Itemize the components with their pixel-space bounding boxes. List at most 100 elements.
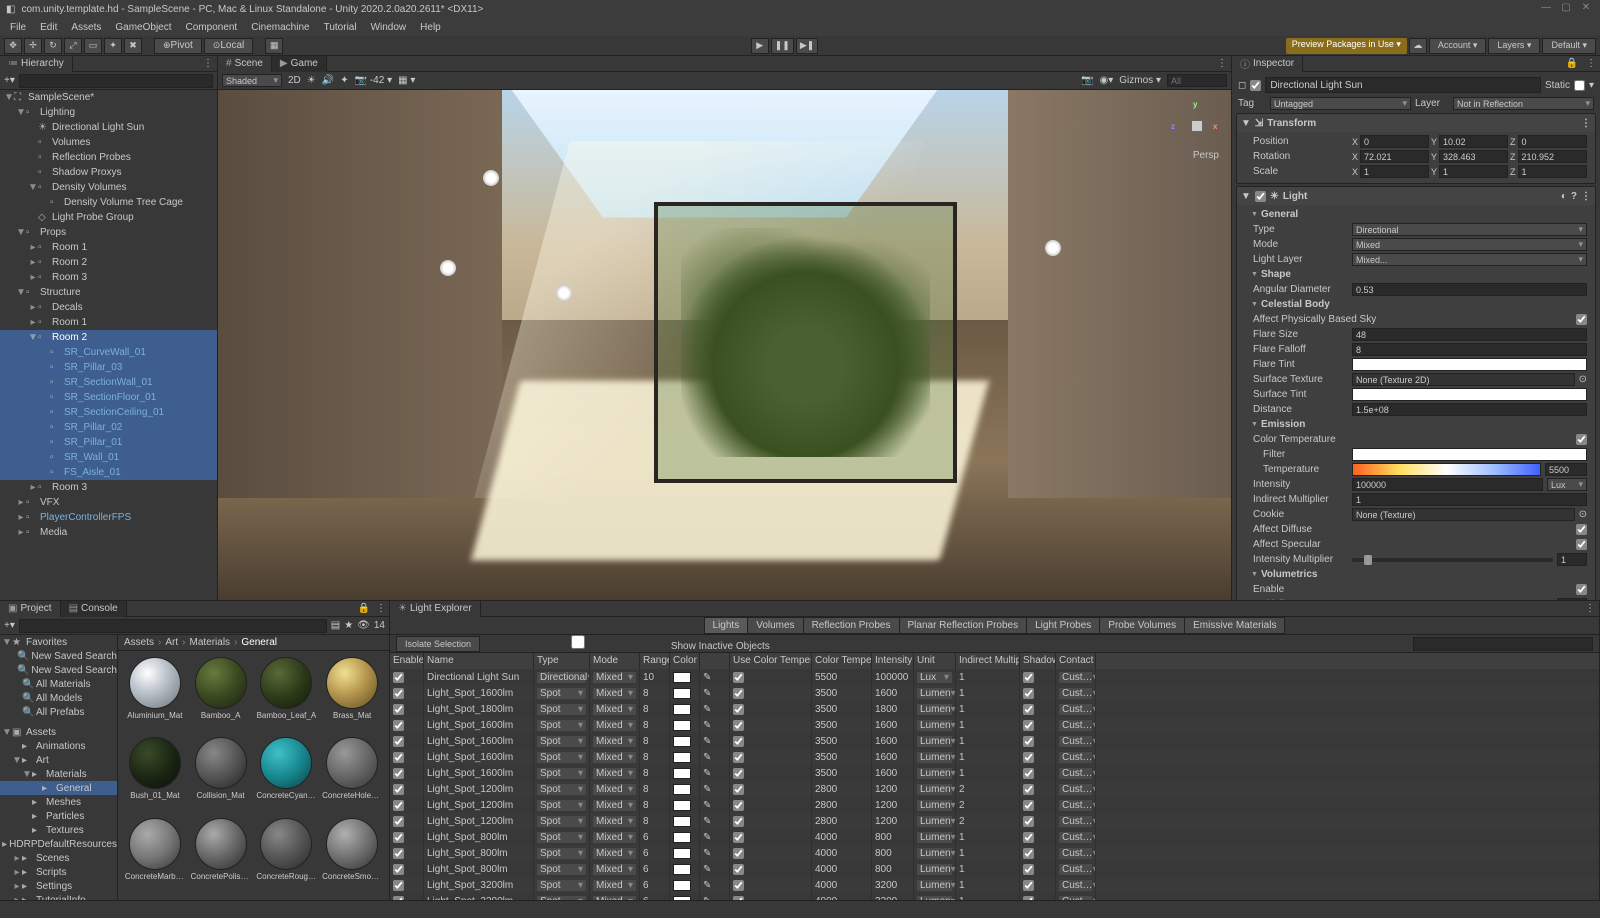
column-header[interactable]: Indirect Multiplier (956, 653, 1020, 669)
grid-icon[interactable]: ▦ ▾ (398, 75, 415, 86)
le-tab[interactable]: Probe Volumes (1100, 617, 1185, 634)
camera-icon[interactable]: 📷 (1081, 75, 1093, 86)
panel-menu-icon[interactable]: ⋮ (1581, 603, 1599, 614)
hierarchy-item[interactable]: ▫SR_Wall_01 (0, 450, 217, 465)
project-item[interactable]: ▸Textures (0, 823, 117, 837)
hierarchy-item[interactable]: ▼▫Lighting (0, 105, 217, 120)
project-search[interactable] (19, 619, 327, 633)
material-thumb[interactable]: ConcreteHoles_... (321, 737, 383, 813)
layers-dropdown[interactable]: Layers ▾ (1488, 38, 1540, 54)
pivot-toggle[interactable]: ⊕Pivot (154, 38, 202, 54)
rot-y[interactable]: 328.463 (1439, 150, 1508, 163)
angular-diameter[interactable]: 0.53 (1352, 283, 1587, 296)
column-header[interactable]: Intensity (872, 653, 914, 669)
hierarchy-item[interactable]: ▫SR_Pillar_02 (0, 420, 217, 435)
project-item[interactable]: ▸▸Scripts (0, 865, 117, 879)
project-tab[interactable]: ▣Project (0, 601, 61, 617)
project-item[interactable]: ▸Meshes (0, 795, 117, 809)
project-item[interactable]: 🔍All Prefabs (0, 705, 117, 719)
color-temp-checkbox[interactable] (1576, 434, 1587, 445)
intensity-mult-slider[interactable] (1352, 558, 1553, 562)
breadcrumb-item[interactable]: Art (165, 637, 178, 648)
material-thumb[interactable]: ConcreteRough_... (256, 818, 318, 894)
project-item[interactable]: ▸▸Scenes (0, 851, 117, 865)
light-row[interactable]: Directional Light SunDirectionalMixed10✎… (390, 669, 1599, 685)
light-type-dropdown[interactable]: Directional (1352, 223, 1587, 236)
surface-texture[interactable]: None (Texture 2D) (1352, 373, 1575, 386)
hidden-icon[interactable]: 👁 (357, 620, 370, 631)
audio-icon[interactable]: 🔊 (322, 75, 334, 86)
scene-search[interactable] (1167, 74, 1227, 87)
scl-y[interactable]: 1 (1439, 165, 1508, 178)
layer-dropdown[interactable]: Not in Reflection (1453, 97, 1594, 110)
material-thumb[interactable]: Aluminium_Mat (124, 657, 186, 733)
move-tool[interactable]: ✢ (24, 38, 42, 54)
menu-assets[interactable]: Assets (65, 20, 107, 35)
light-row[interactable]: Light_Spot_1200lmSpotMixed8✎28001200Lume… (390, 813, 1599, 829)
lock-icon[interactable]: 🔒 (1562, 58, 1582, 69)
column-header[interactable]: Use Color Temperature (730, 653, 812, 669)
hierarchy-item[interactable]: ▫Density Volume Tree Cage (0, 195, 217, 210)
project-item[interactable]: ▸Animations (0, 739, 117, 753)
light-gizmo[interactable] (440, 260, 456, 276)
light-row[interactable]: Light_Spot_800lmSpotMixed6✎4000800Lumen1… (390, 829, 1599, 845)
hierarchy-item[interactable]: ▼▫Room 2 (0, 330, 217, 345)
project-item[interactable]: ▸General (0, 781, 117, 795)
light-row[interactable]: Light_Spot_1200lmSpotMixed8✎28001200Lume… (390, 781, 1599, 797)
hierarchy-item[interactable]: ▫SR_CurveWall_01 (0, 345, 217, 360)
play-button[interactable]: ▶ (751, 38, 769, 54)
breadcrumb-item[interactable]: General (241, 637, 277, 648)
panel-menu-icon[interactable]: ⋮ (373, 603, 389, 614)
temperature-field[interactable]: 5500 (1545, 463, 1587, 476)
light-row[interactable]: Light_Spot_3200lmSpotMixed6✎40003200Lume… (390, 877, 1599, 893)
hierarchy-tree[interactable]: ▼⛶SampleScene*▼▫Lighting☀Directional Lig… (0, 90, 217, 600)
hierarchy-item[interactable]: ▫Volumes (0, 135, 217, 150)
filter-color[interactable] (1352, 448, 1587, 461)
hierarchy-item[interactable]: ▫Reflection Probes (0, 150, 217, 165)
cookie-field[interactable]: None (Texture) (1352, 508, 1575, 521)
material-thumb[interactable]: Bush_01_Mat (124, 737, 186, 813)
pos-z[interactable]: 0 (1518, 135, 1588, 148)
minimize-icon[interactable]: — (1538, 2, 1554, 16)
hierarchy-item[interactable]: ▸▫Decals (0, 300, 217, 315)
flare-tint-color[interactable] (1352, 358, 1587, 371)
rect-tool[interactable]: ▭ (84, 38, 102, 54)
hierarchy-item[interactable]: ▼▫Structure (0, 285, 217, 300)
hierarchy-item[interactable]: ▫SR_Pillar_01 (0, 435, 217, 450)
lock-icon[interactable]: 🔒 (355, 603, 373, 614)
le-tab[interactable]: Planar Reflection Probes (900, 617, 1028, 634)
menu-file[interactable]: File (4, 20, 32, 35)
hierarchy-item[interactable]: ◇Light Probe Group (0, 210, 217, 225)
column-header[interactable]: Mode (590, 653, 640, 669)
fx-icon[interactable]: ✦ (340, 75, 348, 86)
column-header[interactable]: Enabled (390, 653, 424, 669)
draw-mode-dropdown[interactable]: Shaded (222, 74, 282, 87)
light-layer-dropdown[interactable]: Mixed... (1352, 253, 1587, 266)
project-item[interactable]: ▼▣Assets (0, 725, 117, 739)
camera-fov[interactable]: 📷 -42 ▾ (355, 75, 393, 86)
orientation-gizmo[interactable]: y x z (1171, 100, 1221, 150)
material-thumb[interactable]: ConcreteSmooth_... (321, 818, 383, 894)
light-row[interactable]: Light_Spot_1200lmSpotMixed8✎28001200Lume… (390, 797, 1599, 813)
custom-tool[interactable]: ✖ (124, 38, 142, 54)
hierarchy-item[interactable]: ▫SR_SectionWall_01 (0, 375, 217, 390)
hierarchy-item[interactable]: ▸▫Room 3 (0, 480, 217, 495)
hierarchy-item[interactable]: ▸▫Room 1 (0, 240, 217, 255)
hierarchy-item[interactable]: ▸▫Media (0, 525, 217, 540)
breadcrumb-item[interactable]: Materials (189, 637, 230, 648)
material-thumb[interactable]: ConcretePolished_... (190, 818, 252, 894)
step-button[interactable]: ▶❚ (796, 38, 818, 54)
menu-gameobject[interactable]: GameObject (109, 20, 177, 35)
affect-diffuse[interactable] (1576, 524, 1587, 535)
close-icon[interactable]: ✕ (1578, 2, 1594, 16)
light-row[interactable]: Light_Spot_1600lmSpotMixed8✎35001600Lume… (390, 717, 1599, 733)
persp-label[interactable]: ◁ Persp (1183, 150, 1219, 161)
light-row[interactable]: Light_Spot_1600lmSpotMixed8✎35001600Lume… (390, 749, 1599, 765)
temperature-slider[interactable] (1352, 463, 1541, 476)
snap-toggle[interactable]: ▦ (265, 38, 283, 54)
breadcrumb[interactable]: Assets›Art›Materials›General (118, 635, 389, 651)
hierarchy-item[interactable]: ▼⛶SampleScene* (0, 90, 217, 105)
lighting-icon[interactable]: ☀ (307, 75, 316, 86)
le-tab[interactable]: Lights (704, 617, 749, 634)
static-dropdown-icon[interactable]: ▾ (1589, 80, 1594, 91)
